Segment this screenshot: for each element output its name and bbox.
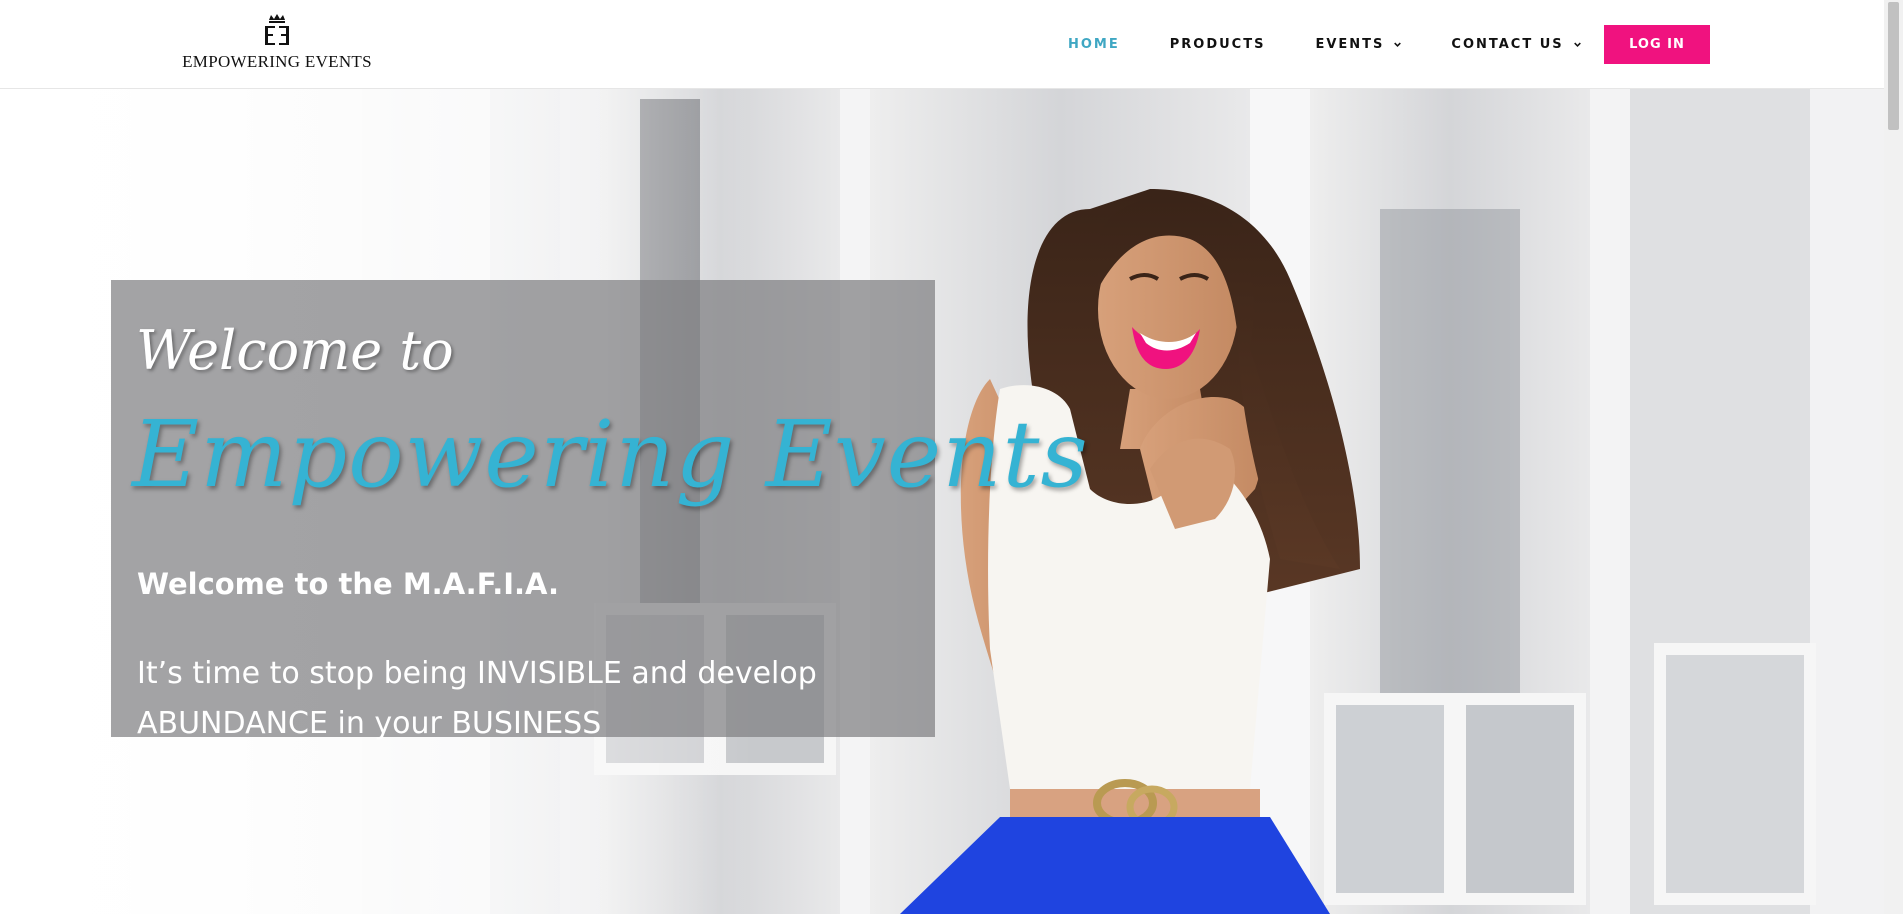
chevron-down-icon (1573, 42, 1581, 47)
hero-tagline: It’s time to stop being INVISIBLE and de… (137, 656, 817, 741)
page-scrollbar[interactable] (1884, 0, 1903, 914)
scrollbar-thumb[interactable] (1888, 2, 1899, 130)
chevron-down-icon (1394, 42, 1402, 47)
nav-home[interactable]: HOME (1068, 37, 1120, 52)
hero-subheading: Welcome to the M.A.F.I.A. (137, 567, 560, 601)
nav-products-label: PRODUCTS (1169, 36, 1266, 52)
hero-section: Welcome to Empowering Events Welcome to … (0, 89, 1884, 914)
crown-monogram-icon (265, 14, 289, 45)
nav-contact-label: CONTACT US (1451, 36, 1564, 52)
main-nav: HOME PRODUCTS EVENTS CONTACT US (1068, 0, 1631, 88)
nav-events-label: EVENTS (1315, 36, 1385, 52)
site-header: EMPOWERING EVENTS HOME PRODUCTS EVENTS C… (0, 0, 1884, 89)
hero-brand-title: Empowering Events (132, 401, 1089, 508)
nav-home-label: HOME (1068, 36, 1120, 52)
nav-products[interactable]: PRODUCTS (1170, 37, 1266, 52)
logo-text: EMPOWERING EVENTS (182, 52, 372, 71)
nav-contact-us[interactable]: CONTACT US (1451, 36, 1581, 52)
login-button[interactable]: LOG IN (1604, 25, 1710, 64)
nav-events[interactable]: EVENTS (1315, 36, 1402, 52)
hero-welcome-to: Welcome to (136, 319, 454, 382)
site-logo[interactable]: EMPOWERING EVENTS (172, 12, 382, 80)
